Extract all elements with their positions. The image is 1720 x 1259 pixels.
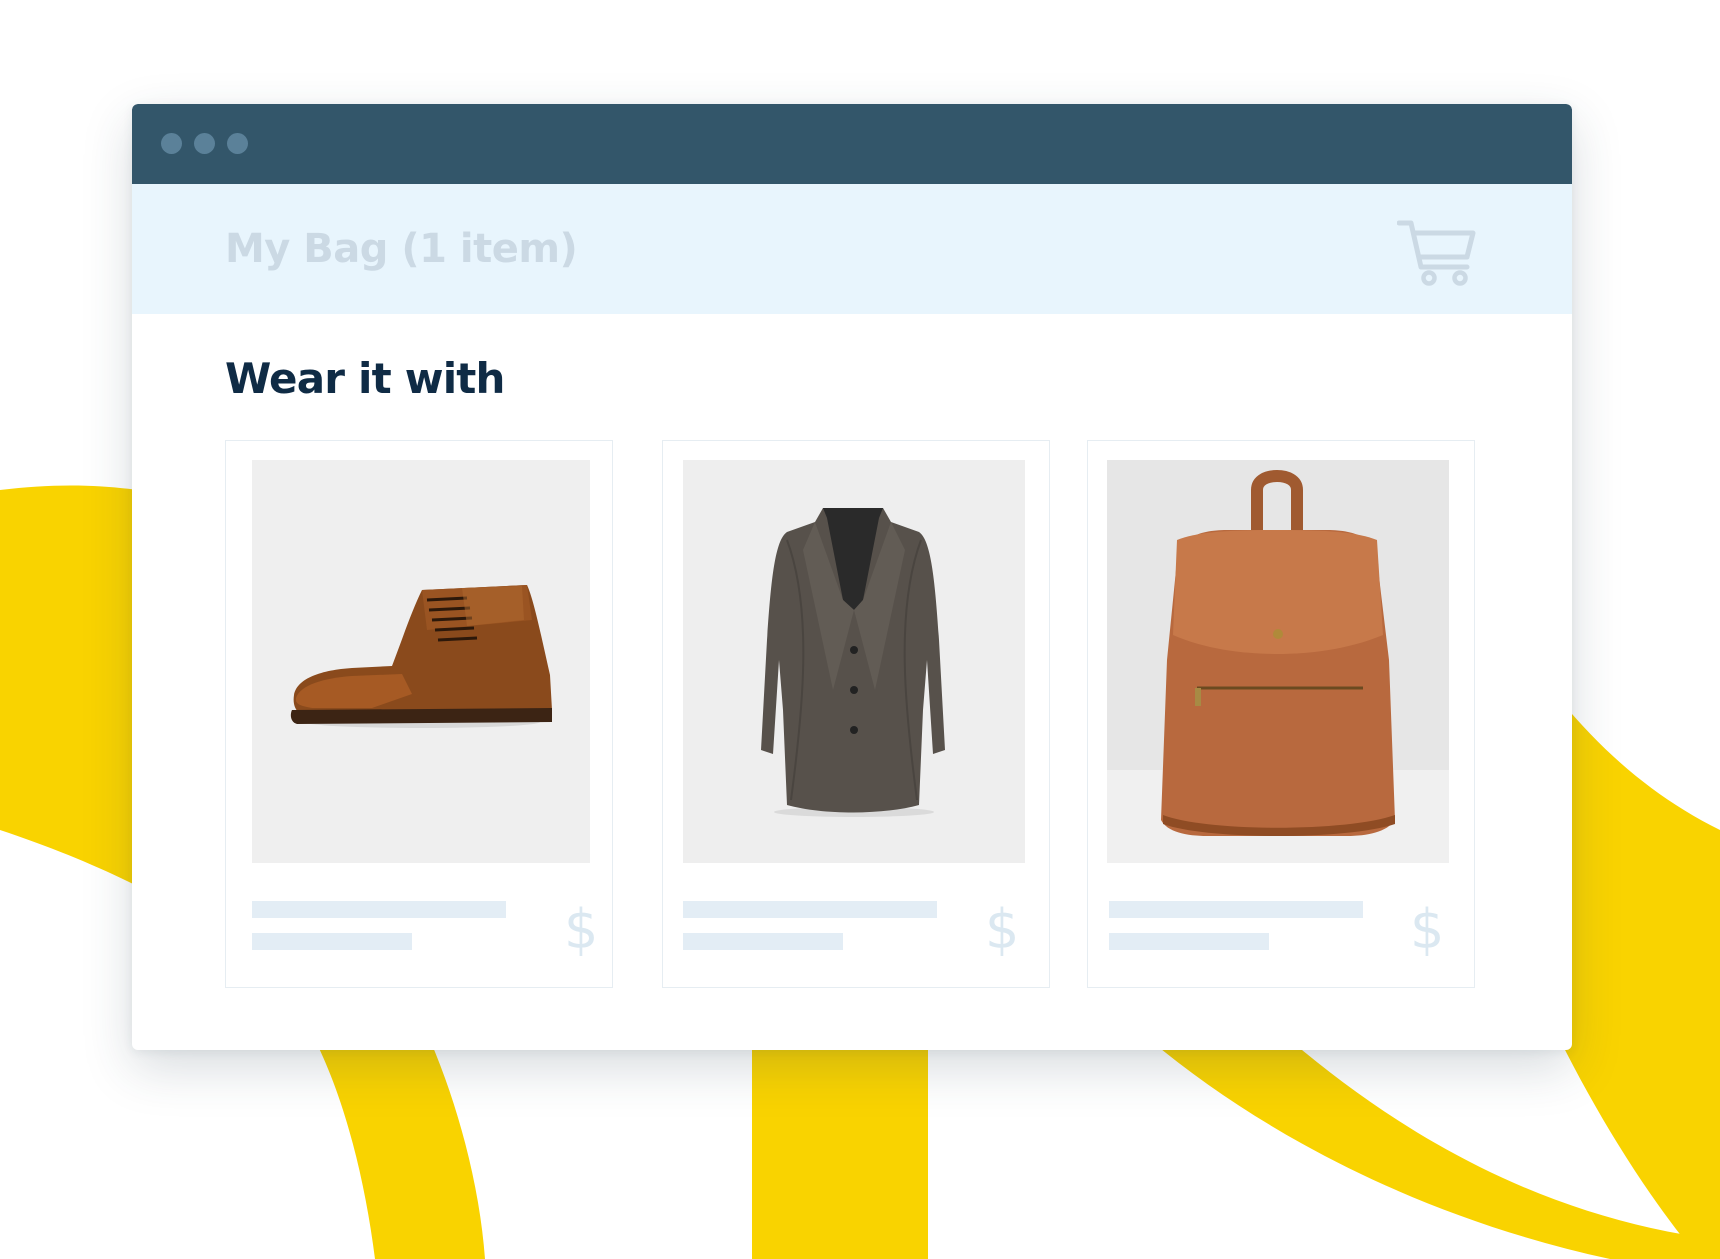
yellow-swoosh-bottom-left xyxy=(315,1040,485,1259)
bag-title: My Bag (1 item) xyxy=(225,226,578,272)
cart-icon[interactable] xyxy=(1396,217,1477,287)
window-dot-icon[interactable] xyxy=(227,133,248,154)
product-subtitle-placeholder xyxy=(683,933,843,950)
yellow-column-middle xyxy=(752,1040,928,1259)
bag-header: My Bag (1 item) xyxy=(132,184,1572,314)
yellow-swoosh-right xyxy=(1560,700,1720,1259)
product-card[interactable]: $ xyxy=(662,440,1050,988)
product-image-coat[interactable] xyxy=(683,460,1025,863)
product-card[interactable]: $ xyxy=(225,440,613,988)
product-title-placeholder xyxy=(1109,901,1363,918)
price-icon: $ xyxy=(1410,898,1445,961)
product-card[interactable]: $ xyxy=(1087,440,1475,988)
product-image-boot[interactable] xyxy=(252,460,590,863)
window-dot-icon[interactable] xyxy=(194,133,215,154)
product-subtitle-placeholder xyxy=(1109,933,1269,950)
price-icon: $ xyxy=(564,898,599,961)
section-title: Wear it with xyxy=(225,354,505,403)
product-title-placeholder xyxy=(252,901,506,918)
price-icon: $ xyxy=(985,898,1020,961)
browser-window: My Bag (1 item) Wear it with $ $ $ xyxy=(132,104,1572,1050)
window-dot-icon[interactable] xyxy=(161,133,182,154)
product-image-backpack[interactable] xyxy=(1107,460,1449,863)
product-subtitle-placeholder xyxy=(252,933,412,950)
window-titlebar xyxy=(132,104,1572,184)
stage: My Bag (1 item) Wear it with $ $ $ xyxy=(0,0,1720,1259)
product-title-placeholder xyxy=(683,901,937,918)
